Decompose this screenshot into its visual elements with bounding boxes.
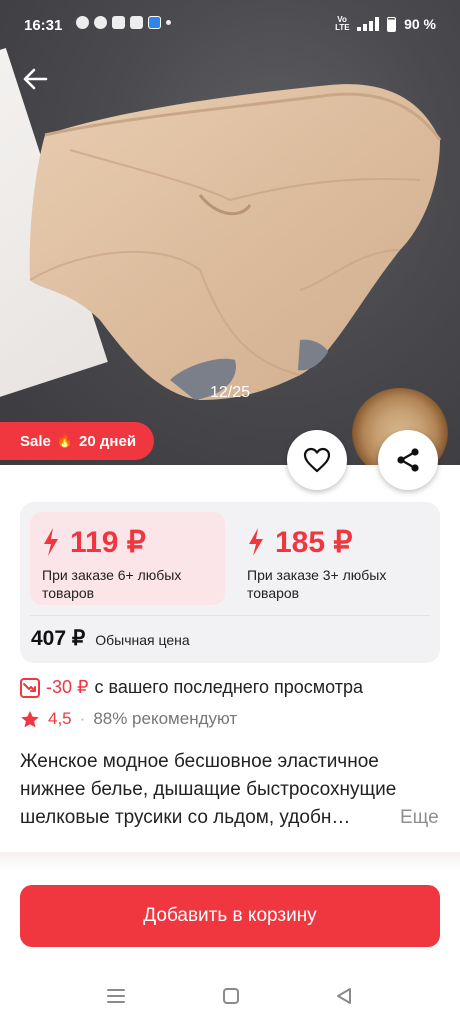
recommend-percent: 88% рекомендуют [93,709,238,728]
product-title-text: Женское модное бесшовное эластичное нижн… [20,751,397,828]
sale-badge: Sale 🔥 20 дней [0,422,154,460]
separator-dot: · [79,709,86,728]
share-icon [397,448,419,472]
battery-percent: 90 % [404,16,436,32]
image-counter: 12/25 [209,384,251,401]
shield-icon [148,16,161,29]
price-drop-text: с вашего последнего просмотра [94,677,364,697]
sale-days: 20 дней [79,432,137,450]
favorite-button[interactable] [287,430,347,490]
app-icon [94,16,107,29]
sale-label: Sale [20,432,51,450]
price-drop-icon [20,677,40,698]
back-button[interactable] [20,64,54,98]
rating-row[interactable]: 4,5 · 88% рекомендуют [20,709,237,729]
price-tier-6-plus[interactable]: 119 ₽ При заказе 6+ любых товаров [30,512,225,605]
back-triangle-icon[interactable] [330,985,358,1007]
share-button[interactable] [378,430,438,490]
star-icon [21,710,39,727]
tier-price-row: 185 ₽ [247,524,423,560]
system-indicators: Vo LTE 90 % [335,15,436,33]
trend-down-glyph [23,682,36,692]
price-card: 119 ₽ При заказе 6+ любых товаров 185 ₽ … [20,502,440,663]
app-icon [112,16,125,29]
heart-icon [303,447,331,473]
price-drop-info: -30 ₽ с вашего последнего просмотра [20,677,363,698]
product-image-gallery[interactable]: 16:31 Vo LTE 90 % 12/25 [0,0,460,465]
rating-value: 4,5 [48,709,72,728]
home-icon[interactable] [217,985,245,1007]
section-separator [0,852,460,870]
battery-icon [387,16,397,32]
lightning-icon [249,528,263,556]
tier-price-row: 119 ₽ [42,524,213,560]
price-tier-3-plus[interactable]: 185 ₽ При заказе 3+ любых товаров [235,512,435,605]
divider [30,615,430,616]
regular-price: 407 ₽ Обычная цена [31,626,190,651]
tier-condition: При заказе 6+ любых товаров [42,567,182,601]
regular-price-value: 407 ₽ [31,627,86,650]
status-bar: 16:31 Vo LTE 90 % [0,0,460,52]
app-icon [130,16,143,29]
show-more-link[interactable]: Еще [350,804,439,832]
fire-icon: 🔥 [56,433,74,448]
volte-indicator: Vo LTE [335,15,350,32]
recent-apps-icon[interactable] [102,985,130,1007]
signal-icon [357,17,380,31]
tier-price: 119 ₽ [70,525,146,559]
tier-condition: При заказе 3+ любых товаров [247,567,387,601]
system-navigation-bar [0,975,460,1024]
lightning-icon [44,528,58,556]
whatsapp-icon [76,16,89,29]
price-drop-amount: -30 ₽ [46,677,89,697]
product-title: Женское модное бесшовное эластичное нижн… [20,748,440,832]
notification-icons [76,16,171,29]
tier-price: 185 ₽ [275,525,353,559]
add-to-cart-button[interactable]: Добавить в корзину [20,885,440,947]
regular-price-label: Обычная цена [95,632,190,648]
arrow-left-icon [23,68,48,90]
status-time: 16:31 [24,17,63,34]
more-dot-icon [166,20,171,25]
